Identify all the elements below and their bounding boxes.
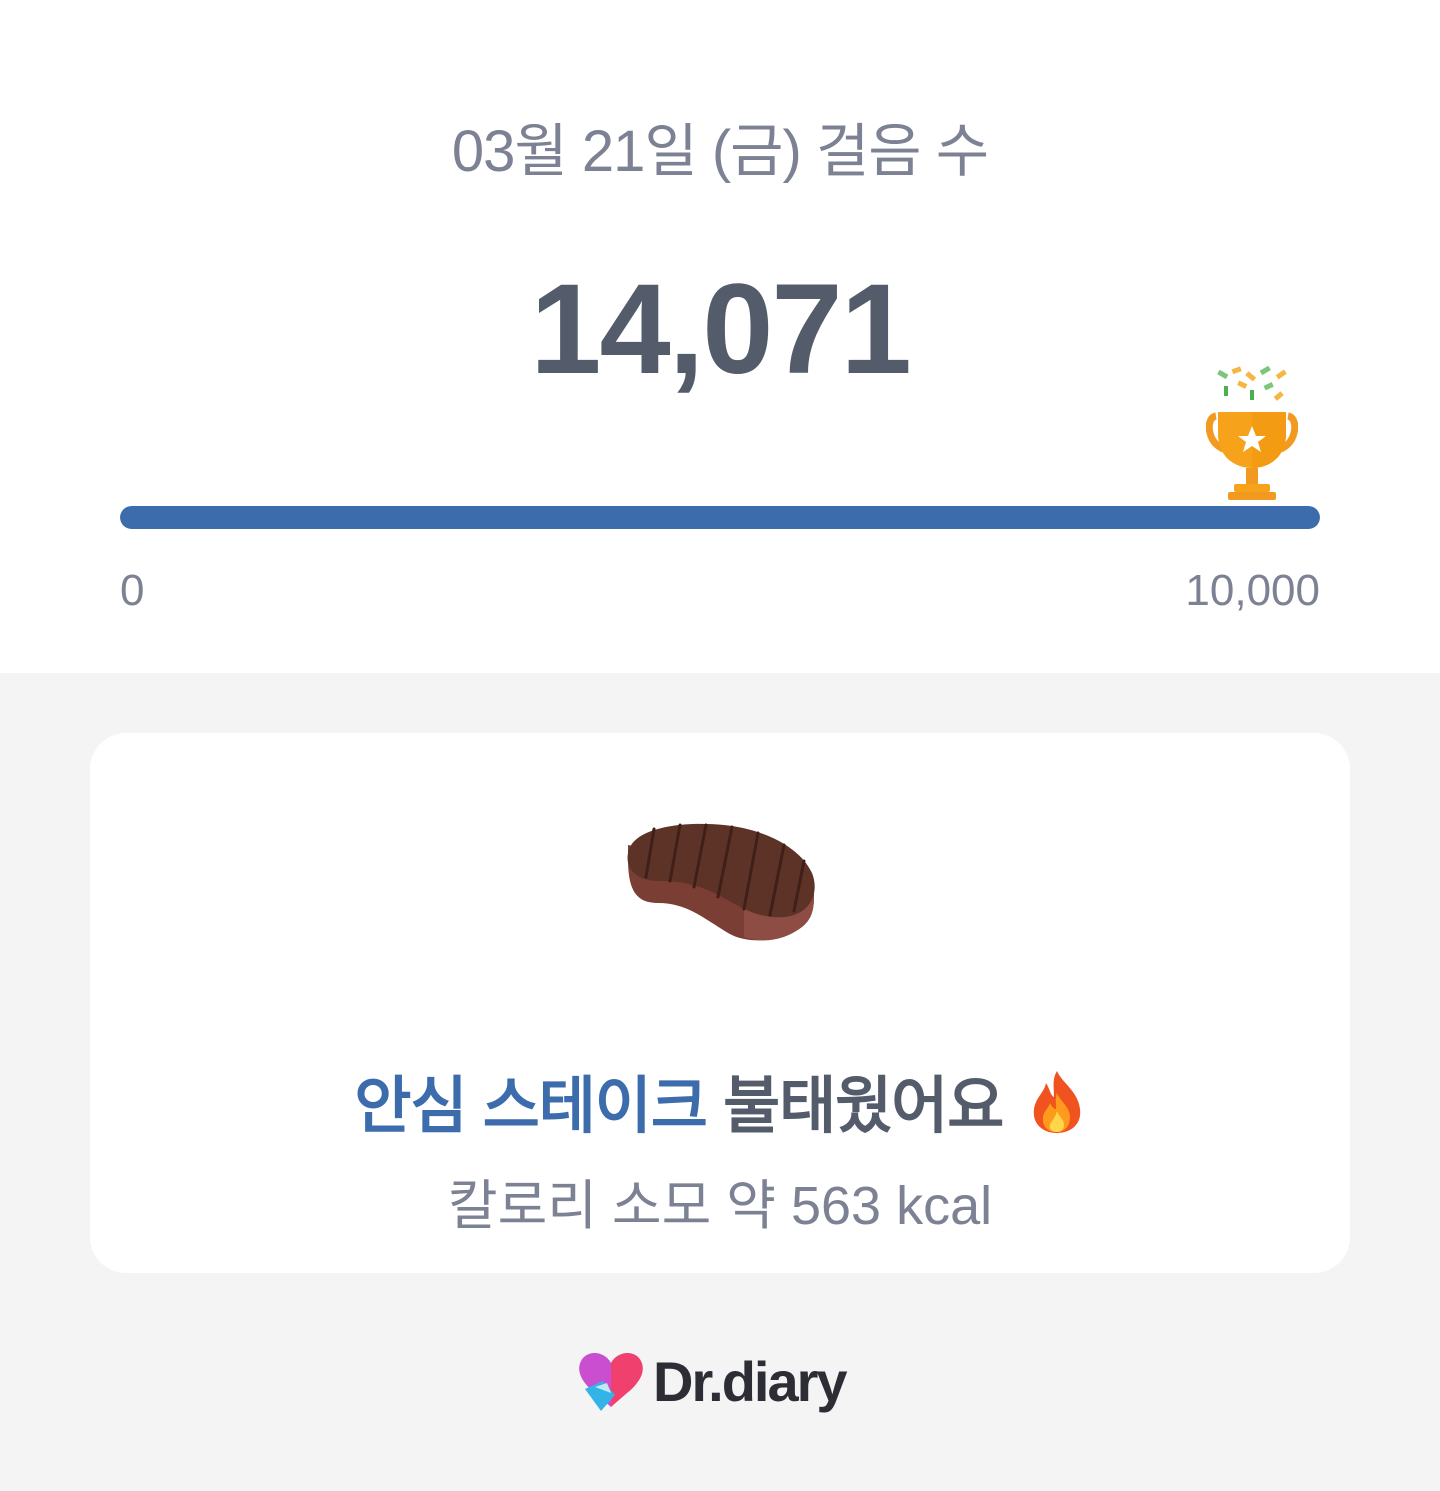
step-progress-fill (120, 506, 1320, 529)
food-name: 안심 스테이크 (354, 1072, 707, 1141)
progress-max-label: 10,000 (1185, 566, 1320, 615)
steak-icon (627, 823, 815, 941)
step-summary-section: 03월 21일 (금) 걸음 수 14,071 0 10,000 (0, 0, 1440, 673)
trophy-icon (1206, 365, 1298, 500)
fire-icon (1033, 1071, 1080, 1133)
brand-logo: Dr.diary (575, 1346, 848, 1416)
calorie-card: 안심 스테이크 불태웠어요 칼로리 소모 약 563 kcal (90, 733, 1350, 1273)
progress-min-label: 0 (120, 566, 145, 615)
calorie-burned-text: 칼로리 소모 약 563 kcal (447, 1176, 993, 1236)
date-title: 03월 21일 (금) 걸음 수 (451, 119, 989, 184)
burned-text: 불태웠어요 (723, 1072, 1004, 1141)
heart-logo-icon (579, 1352, 643, 1411)
step-progress-bar (120, 506, 1320, 529)
brand-name: Dr.diary (653, 1349, 848, 1413)
calorie-headline: 안심 스테이크 불태웠어요 (90, 1055, 1350, 1145)
